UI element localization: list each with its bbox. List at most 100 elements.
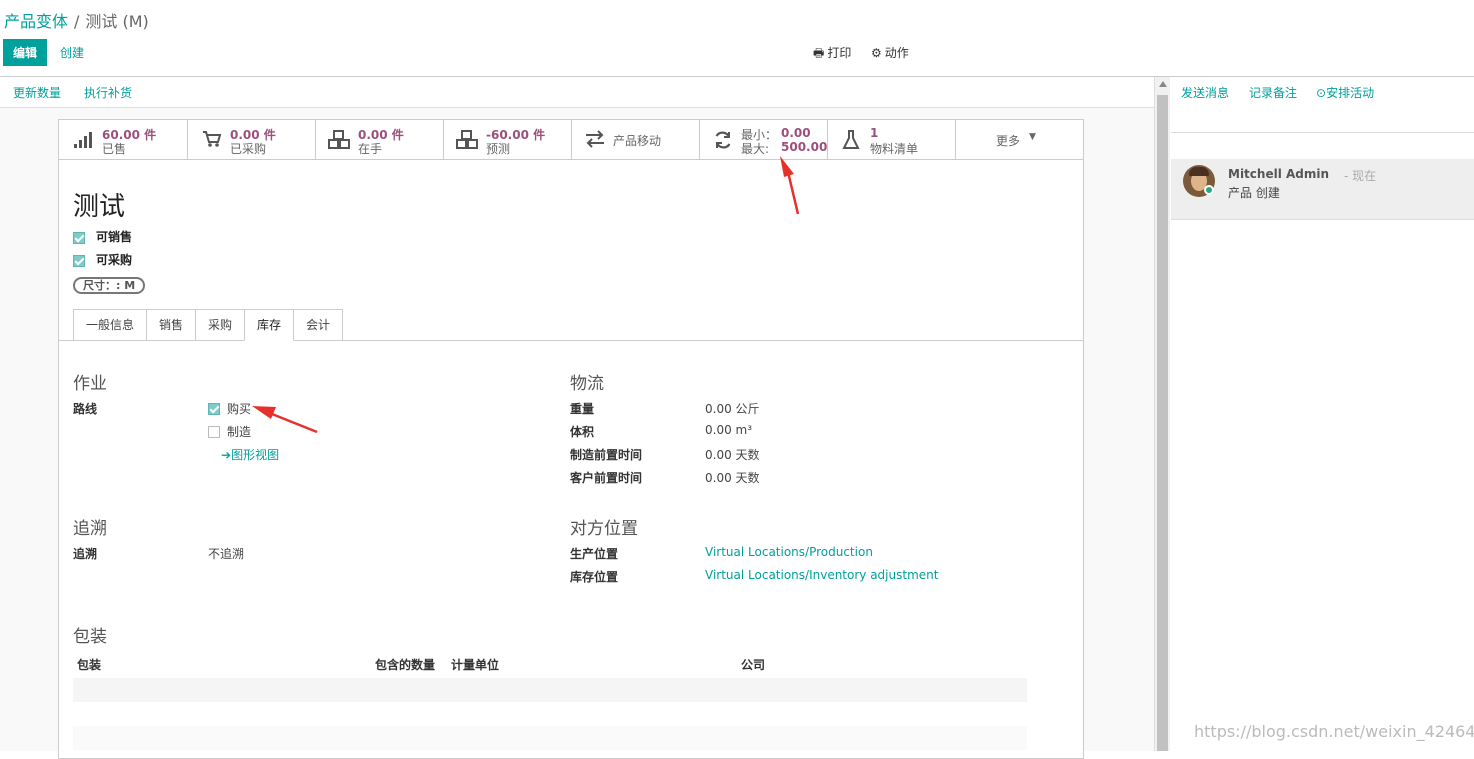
table-row — [73, 726, 1027, 750]
diagram-view-link[interactable]: ➔图形视图 — [221, 446, 279, 463]
update-quantity-button[interactable]: 更新数量 — [13, 84, 61, 101]
more-smart-button[interactable]: 更多 ▼ — [956, 120, 1083, 159]
attribute-tag: 尺寸：: M — [73, 277, 146, 294]
uom-column-header[interactable]: 计量单位 — [451, 656, 499, 673]
clock-icon: ⊙ — [1316, 86, 1327, 100]
packaging-column-header[interactable]: 包装 — [77, 656, 101, 673]
diagram-view-label: 图形视图 — [231, 448, 280, 462]
schedule-activity-label: 安排活动 — [1326, 86, 1375, 100]
edit-button[interactable]: 编辑 — [3, 39, 47, 66]
signal-bars-icon — [73, 130, 95, 150]
watermark-text: https://blog.csdn.net/weixin_42464956 — [1194, 722, 1474, 741]
on-hand-smart-button[interactable]: 0.00 件 在手 — [316, 120, 444, 159]
contained-qty-column-header[interactable]: 包含的数量 — [375, 656, 435, 673]
breadcrumb-separator: / — [74, 12, 80, 31]
form-action-bar: 更新数量 执行补货 — [0, 77, 1154, 108]
breadcrumb-current: 测试 (M) — [85, 12, 149, 31]
scroll-up-arrow-icon[interactable] — [1159, 81, 1167, 87]
traceability-section-title: 追溯 — [73, 519, 107, 539]
logistics-section-title: 物流 — [570, 374, 604, 394]
tracking-value[interactable]: 不追溯 — [208, 545, 244, 562]
routes-label: 路线 — [73, 402, 98, 416]
can-sell-label: 可销售 — [96, 230, 133, 244]
caret-down-icon: ▼ — [1029, 132, 1036, 142]
breadcrumb-parent-link[interactable]: 产品变体 — [4, 12, 68, 31]
sold-label: 已售 — [102, 142, 127, 156]
bom-smart-button[interactable]: 1 物料清单 — [828, 120, 956, 159]
scroll-thumb[interactable] — [1157, 95, 1168, 751]
product-moves-smart-button[interactable]: 产品移动 — [572, 120, 700, 159]
bom-value: 1 — [870, 126, 879, 140]
print-dropdown[interactable]: 🖶 打印 — [813, 44, 851, 65]
on-hand-label: 在手 — [358, 142, 383, 156]
tab-sales[interactable]: 销售 — [146, 309, 196, 340]
volume-value: 0.00 m³ — [705, 423, 753, 437]
max-label: 最大: — [741, 142, 770, 156]
tab-accounting[interactable]: 会计 — [293, 309, 343, 340]
inventory-location-link[interactable]: Virtual Locations/Inventory adjustment — [705, 568, 938, 582]
chatter-panel: 发送消息 记录备注 ⊙安排活动 Mitchell Admin - 现在 产品 创… — [1171, 77, 1474, 751]
sold-smart-button[interactable]: 60.00 件 已售 — [59, 120, 188, 159]
form-sheet: 60.00 件 已售 0.00 件 已采购 0.00 件 在手 -60.00 件… — [58, 119, 1084, 759]
can-purchase-label: 可采购 — [96, 253, 133, 267]
send-message-button[interactable]: 发送消息 — [1181, 84, 1229, 101]
bom-label: 物料清单 — [870, 142, 919, 156]
chatter-message: Mitchell Admin - 现在 产品 创建 — [1171, 159, 1474, 220]
purchased-smart-button[interactable]: 0.00 件 已采购 — [188, 120, 316, 159]
control-panel: 产品变体 / 测试 (M) 编辑 创建 🖶 打印 ⚙ 动作 — [0, 0, 1474, 77]
production-location-label: 生产位置 — [570, 547, 619, 561]
volume-label: 体积 — [570, 425, 595, 439]
forecast-smart-button[interactable]: -60.00 件 预测 — [444, 120, 572, 159]
route-buy-label: 购买 — [227, 402, 252, 416]
action-dropdown[interactable]: ⚙ 动作 — [871, 44, 909, 61]
message-time: - 现在 — [1344, 169, 1377, 183]
tab-general-info[interactable]: 一般信息 — [73, 309, 147, 340]
print-label: 打印 — [827, 46, 852, 60]
weight-label: 重量 — [570, 402, 595, 416]
tab-inventory[interactable]: 库存 — [244, 309, 294, 341]
can-purchase-checkbox[interactable] — [73, 255, 85, 267]
arrow-right-icon: ➔ — [221, 448, 232, 462]
inventory-location-label: 库存位置 — [570, 570, 619, 584]
forecast-label: 预测 — [486, 142, 511, 156]
weight-value: 0.00 公斤 — [705, 402, 760, 416]
tracking-label: 追溯 — [73, 547, 98, 561]
breadcrumb: 产品变体 / 测试 (M) — [4, 8, 149, 32]
chatter-topbar: 发送消息 记录备注 ⊙安排活动 — [1171, 77, 1474, 133]
customer-lead-label: 客户前置时间 — [570, 471, 643, 485]
purchased-label: 已采购 — [230, 142, 267, 156]
company-column-header[interactable]: 公司 — [741, 656, 765, 673]
route-buy-checkbox[interactable] — [208, 403, 220, 415]
min-max-smart-button[interactable]: 最小： 0.00 最大: 500.00 — [700, 120, 828, 159]
production-location-link[interactable]: Virtual Locations/Production — [705, 545, 873, 559]
max-value: 500.00 — [781, 140, 828, 154]
cart-icon — [201, 130, 223, 150]
min-value: 0.00 — [781, 126, 811, 140]
log-note-button[interactable]: 记录备注 — [1249, 84, 1297, 101]
table-row — [73, 678, 1027, 702]
can-sell-checkbox[interactable] — [73, 232, 85, 244]
flask-icon — [840, 130, 862, 150]
route-manufacture-checkbox[interactable] — [208, 426, 220, 438]
refresh-icon — [712, 130, 734, 150]
print-icon: 🖶 — [813, 46, 825, 60]
packaging-section-title: 包装 — [73, 627, 107, 647]
avatar-hair — [1189, 167, 1209, 176]
route-manufacture-label: 制造 — [227, 425, 252, 439]
form-scrollbar[interactable] — [1154, 77, 1170, 751]
replenish-button[interactable]: 执行补货 — [84, 84, 132, 101]
smart-buttons: 60.00 件 已售 0.00 件 已采购 0.00 件 在手 -60.00 件… — [59, 120, 1083, 160]
tab-divider — [59, 340, 1083, 341]
gear-icon: ⚙ — [871, 46, 882, 60]
schedule-activity-button[interactable]: ⊙安排活动 — [1316, 84, 1374, 101]
manufacturing-lead-value: 0.00 天数 — [705, 448, 760, 462]
message-author[interactable]: Mitchell Admin — [1228, 167, 1329, 181]
exchange-icon — [584, 130, 606, 150]
action-label: 动作 — [884, 46, 909, 60]
create-button[interactable]: 创建 — [60, 44, 84, 61]
product-moves-label: 产品移动 — [613, 134, 662, 148]
form-area: 更新数量 执行补货 60.00 件 已售 0.00 件 已采购 0.00 件 在… — [0, 77, 1154, 759]
tab-purchase[interactable]: 采购 — [195, 309, 245, 340]
operations-section-title: 作业 — [73, 374, 107, 394]
more-label: 更多 — [996, 134, 1021, 148]
